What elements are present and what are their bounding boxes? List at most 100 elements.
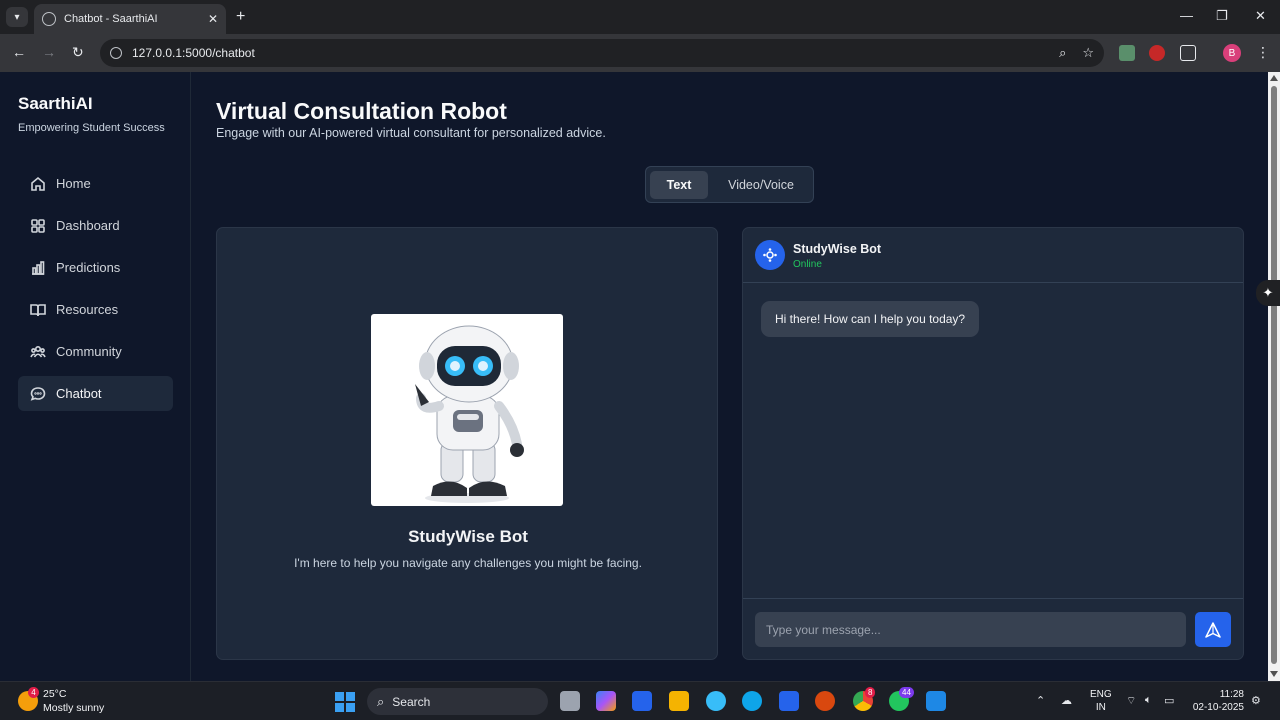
bot-message: Hi there! How can I help you today? — [761, 301, 980, 337]
scroll-up-arrow[interactable] — [1270, 75, 1278, 81]
chat-panel: StudyWise Bot Online Hi there! How can I… — [742, 227, 1244, 660]
app-root: SaarthiAI Empowering Student Success Hom… — [0, 72, 1268, 681]
zoom-icon[interactable]: ⌕ — [1059, 45, 1066, 61]
sidebar-item-label: Resources — [56, 302, 119, 317]
bot-name-title: StudyWise Bot — [408, 527, 528, 546]
close-window-button[interactable]: ✕ — [1255, 8, 1266, 24]
clock-date: 02-10-2025 — [1192, 702, 1244, 713]
taskbar-search[interactable]: ⌕ Search — [367, 688, 548, 715]
store-icon[interactable] — [632, 691, 652, 711]
browser-toolbar: ← → ↻ 127.0.0.1:5000/chatbot ⌕ ☆ B ⋮ — [0, 34, 1280, 72]
language-indicator[interactable]: ENG IN — [1090, 688, 1112, 714]
address-bar[interactable]: 127.0.0.1:5000/chatbot ⌕ ☆ — [100, 39, 1104, 67]
wifi-icon[interactable]: ⌔ — [1126, 694, 1136, 708]
new-tab-button[interactable]: + — [236, 8, 245, 26]
powerpoint-icon[interactable] — [815, 691, 835, 711]
send-button[interactable] — [1195, 612, 1231, 647]
weather-app-icon[interactable] — [706, 691, 726, 711]
bookmark-star-icon[interactable]: ☆ — [1082, 45, 1094, 61]
tab-text[interactable]: Text — [650, 171, 708, 199]
page-scrollbar[interactable] — [1268, 72, 1280, 681]
tab-search-button[interactable]: ▾ — [6, 7, 28, 27]
chrome-badge: 8 — [865, 687, 876, 698]
copilot-icon[interactable] — [596, 691, 616, 711]
windows-start-icon[interactable] — [335, 692, 355, 712]
browser-tab-bar: ▾ Chatbot - SaarthiAI ✕ + — ❐ ✕ — [0, 0, 1280, 34]
bot-avatar-icon — [763, 248, 777, 262]
sidebar-item-label: Community — [56, 344, 122, 359]
globe-icon — [42, 12, 56, 26]
notification-icon[interactable]: ⚙ — [1251, 694, 1261, 707]
task-view-icon[interactable] — [560, 691, 580, 711]
scroll-down-arrow[interactable] — [1270, 671, 1278, 677]
vscode-icon[interactable] — [926, 691, 946, 711]
send-icon — [1205, 621, 1221, 638]
page-title: Virtual Consultation Robot — [216, 98, 507, 124]
forward-button[interactable]: → — [42, 44, 56, 60]
clock-time: 11:28 — [1219, 689, 1244, 700]
todo-icon[interactable] — [779, 691, 799, 711]
sidebar-item-community[interactable]: Community — [18, 334, 173, 369]
extensions-puzzle-icon[interactable] — [1180, 45, 1196, 61]
windows-taskbar: 4 25°C Mostly sunny ⌕ Search 8 44 ⌃ ☁ EN… — [0, 681, 1280, 720]
search-icon: ⌕ — [377, 693, 385, 709]
sidebar-item-label: Dashboard — [56, 218, 120, 233]
users-icon — [30, 345, 46, 357]
bot-avatar — [755, 240, 785, 270]
page-subtitle: Engage with our AI-powered virtual consu… — [216, 126, 606, 140]
pdf-extension-icon[interactable] — [1119, 45, 1135, 61]
brand-tagline: Empowering Student Success — [18, 122, 165, 134]
browser-menu-icon[interactable]: ⋮ — [1256, 44, 1270, 61]
browser-tab[interactable]: Chatbot - SaarthiAI ✕ — [34, 4, 226, 34]
weather-condition[interactable]: Mostly sunny — [43, 702, 104, 714]
whatsapp-badge: 44 — [899, 687, 914, 698]
volume-icon[interactable]: 🔈︎ — [1145, 694, 1152, 707]
home-icon — [31, 176, 45, 191]
scrollbar-thumb[interactable] — [1271, 86, 1277, 664]
chat-status: Online — [793, 259, 822, 270]
tab-title: Chatbot - SaarthiAI — [64, 13, 158, 25]
sidebar-item-label: Chatbot — [56, 386, 102, 401]
chat-bubble-icon — [30, 386, 46, 401]
sidebar-item-label: Home — [56, 176, 91, 191]
chat-header: StudyWise Bot Online — [743, 228, 1243, 283]
battery-icon[interactable]: ▭ — [1164, 694, 1174, 707]
taskbar-search-label: Search — [392, 694, 431, 709]
edge-icon[interactable] — [742, 691, 762, 711]
video-extension-icon[interactable] — [1149, 45, 1165, 61]
mode-toggle: Text Video/Voice — [645, 166, 814, 203]
maximize-button[interactable]: ❐ — [1216, 8, 1228, 24]
tray-overflow-icon[interactable]: ⌃ — [1036, 694, 1045, 707]
dashboard-icon — [31, 218, 45, 233]
weather-badge: 4 — [28, 687, 39, 698]
brand-logo[interactable]: SaarthiAI — [18, 94, 93, 114]
bot-description: I'm here to help you navigate any challe… — [294, 556, 642, 570]
sidebar-item-label: Predictions — [56, 260, 121, 275]
site-info-icon[interactable] — [110, 47, 122, 59]
bar-chart-icon — [32, 260, 45, 275]
sidebar-item-resources[interactable]: Resources — [18, 292, 173, 327]
tab-close-icon[interactable]: ✕ — [208, 12, 218, 26]
book-icon — [30, 303, 46, 316]
weather-temp[interactable]: 25°C — [43, 688, 66, 700]
chat-bot-name: StudyWise Bot — [793, 242, 882, 256]
message-input[interactable] — [755, 612, 1186, 647]
sidebar-item-chatbot[interactable]: Chatbot — [18, 376, 173, 411]
profile-avatar[interactable]: B — [1223, 44, 1241, 62]
region-code: IN — [1095, 702, 1106, 713]
chat-composer — [743, 598, 1243, 660]
bot-profile-card: StudyWise Bot I'm here to help you navig… — [216, 227, 718, 660]
onedrive-icon[interactable]: ☁ — [1061, 694, 1072, 707]
file-explorer-icon[interactable] — [669, 691, 689, 711]
sidebar-item-home[interactable]: Home — [18, 166, 173, 201]
minimize-button[interactable]: — — [1180, 8, 1193, 23]
language-code: ENG — [1090, 689, 1112, 700]
sidebar-item-dashboard[interactable]: Dashboard — [18, 208, 173, 243]
clock[interactable]: 11:28 02-10-2025 — [1190, 688, 1244, 714]
tab-video-voice[interactable]: Video/Voice — [718, 171, 804, 199]
sidebar-item-predictions[interactable]: Predictions — [18, 250, 173, 285]
sparkle-icon[interactable]: ✦ — [1256, 280, 1280, 306]
sidebar: SaarthiAI Empowering Student Success Hom… — [0, 72, 191, 681]
back-button[interactable]: ← — [12, 44, 26, 60]
reload-button[interactable]: ↻ — [72, 44, 84, 61]
